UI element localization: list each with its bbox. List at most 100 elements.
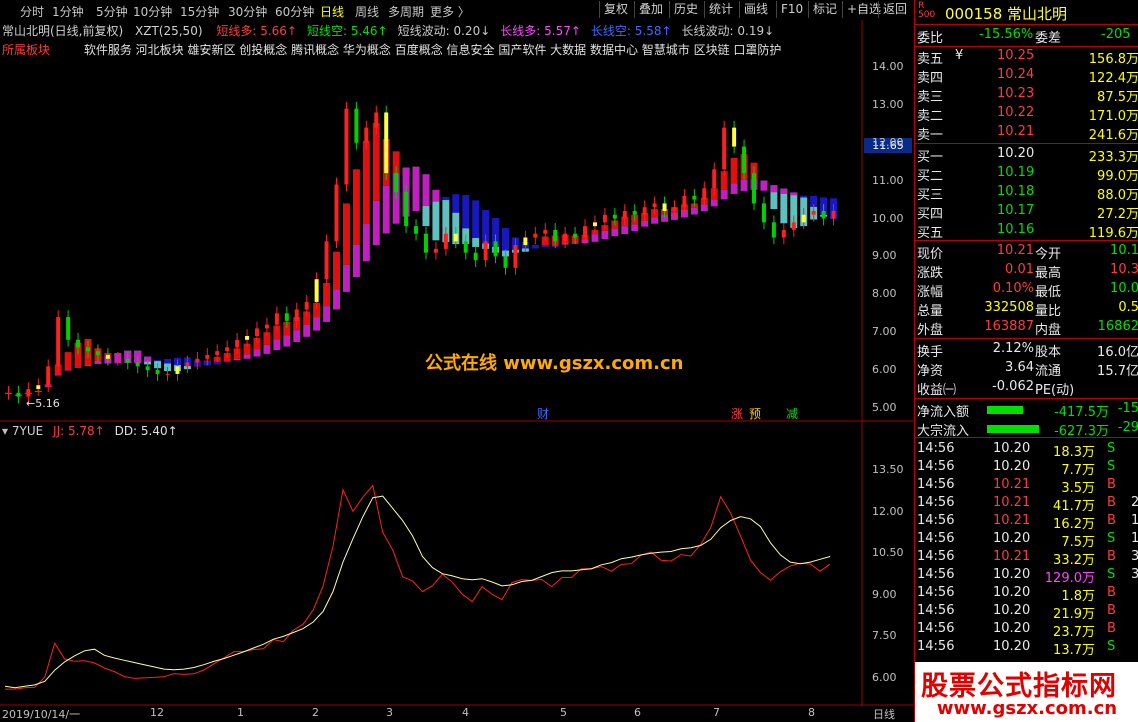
candle-body[interactable] xyxy=(821,210,826,219)
candle-body[interactable] xyxy=(334,184,339,242)
candle-body[interactable] xyxy=(483,241,488,261)
candle-body[interactable] xyxy=(622,210,627,219)
candle-body[interactable] xyxy=(384,112,389,174)
candle-body[interactable] xyxy=(662,203,667,211)
event-marker[interactable]: 涨 xyxy=(731,405,743,422)
candle-body[interactable] xyxy=(692,195,697,200)
timeframe-tab[interactable]: 分时 xyxy=(20,3,44,20)
candle-body[interactable] xyxy=(712,169,717,189)
candle-body[interactable] xyxy=(76,339,81,348)
candle-body[interactable] xyxy=(364,127,369,143)
toolbar-button[interactable]: 标记 xyxy=(808,1,841,18)
candle-body[interactable] xyxy=(245,336,250,340)
candle-body[interactable] xyxy=(443,233,448,249)
candle-body[interactable] xyxy=(225,347,230,352)
candle-body[interactable] xyxy=(354,108,359,143)
candle-body[interactable] xyxy=(533,233,538,238)
candle-body[interactable] xyxy=(771,222,776,238)
timeframe-tab[interactable]: 1分钟 xyxy=(52,3,84,20)
candle-body[interactable] xyxy=(642,207,647,215)
candle-body[interactable] xyxy=(135,362,140,367)
candle-body[interactable] xyxy=(592,222,597,227)
candle-body[interactable] xyxy=(235,339,240,348)
toolbar-button[interactable]: 叠加 xyxy=(634,1,667,18)
candle-body[interactable] xyxy=(463,241,468,253)
candle-body[interactable] xyxy=(503,256,508,268)
indicator-chart[interactable] xyxy=(0,422,914,706)
candle-body[interactable] xyxy=(205,354,210,359)
candle-body[interactable] xyxy=(145,366,150,371)
candle-body[interactable] xyxy=(155,370,160,374)
timeframe-tab[interactable]: 30分钟 xyxy=(228,3,267,20)
candle-body[interactable] xyxy=(752,173,757,204)
candle-body[interactable] xyxy=(105,354,110,359)
candle-body[interactable] xyxy=(831,210,836,219)
candle-body[interactable] xyxy=(294,309,299,321)
indicator-toggle-icon[interactable]: ▾ xyxy=(2,424,8,438)
candle-body[interactable] xyxy=(612,214,617,219)
candle-body[interactable] xyxy=(632,210,637,215)
timeframe-tab[interactable]: 10分钟 xyxy=(133,3,172,20)
candle-body[interactable] xyxy=(324,241,329,280)
toolbar-button[interactable]: F10 xyxy=(776,1,807,18)
candle-body[interactable] xyxy=(722,127,727,170)
timeframe-tab[interactable]: 15分钟 xyxy=(180,3,219,20)
candle-body[interactable] xyxy=(791,222,796,230)
candle-body[interactable] xyxy=(56,317,61,367)
candle-body[interactable] xyxy=(563,233,568,242)
toolbar-button[interactable]: 历史 xyxy=(669,1,702,18)
candle-body[interactable] xyxy=(404,192,409,227)
candle-body[interactable] xyxy=(36,385,41,390)
candle-body[interactable] xyxy=(553,229,558,242)
candle-body[interactable] xyxy=(702,188,707,200)
candle-body[interactable] xyxy=(732,127,737,147)
candle-body[interactable] xyxy=(801,214,806,223)
candle-body[interactable] xyxy=(254,328,259,337)
candle-body[interactable] xyxy=(215,351,220,355)
candle-body[interactable] xyxy=(761,203,766,223)
event-marker[interactable]: 减 xyxy=(786,405,798,422)
candle-body[interactable] xyxy=(185,362,190,367)
candle-body[interactable] xyxy=(115,358,120,360)
candle-body[interactable] xyxy=(304,301,309,310)
candle-body[interactable] xyxy=(473,252,478,261)
toolbar-button[interactable]: 复权 xyxy=(599,1,632,18)
candle-body[interactable] xyxy=(742,146,747,174)
event-marker[interactable]: 财 xyxy=(537,405,549,422)
candle-body[interactable] xyxy=(682,195,687,208)
candle-body[interactable] xyxy=(125,358,130,363)
candle-body[interactable] xyxy=(652,203,657,208)
candle-body[interactable] xyxy=(26,389,31,397)
indicator-name[interactable]: XZT(25,50) xyxy=(135,24,203,38)
candle-body[interactable] xyxy=(284,313,289,321)
timeframe-tab[interactable]: 5分钟 xyxy=(96,3,128,20)
candle-body[interactable] xyxy=(274,313,279,325)
candle-body[interactable] xyxy=(314,279,319,302)
toolbar-button[interactable]: 画线 xyxy=(739,1,772,18)
candle-body[interactable] xyxy=(66,317,71,340)
candle-body[interactable] xyxy=(344,108,349,185)
candle-body[interactable] xyxy=(165,373,170,375)
ad-banner[interactable]: 股票公式指标网 www.gszx.com.cn xyxy=(915,662,1138,722)
timeframe-tab[interactable]: 多周期 xyxy=(388,3,424,20)
candle-body[interactable] xyxy=(374,112,379,128)
toolbar-button[interactable]: 返回 xyxy=(878,1,911,18)
candle-body[interactable] xyxy=(95,351,100,355)
candle-body[interactable] xyxy=(414,226,419,234)
candle-body[interactable] xyxy=(543,229,548,234)
candle-body[interactable] xyxy=(602,214,607,223)
candle-body[interactable] xyxy=(573,233,578,238)
candle-body[interactable] xyxy=(264,324,269,329)
timeframe-tab[interactable]: 周线 xyxy=(355,3,379,20)
timeframe-tab[interactable]: 日线 xyxy=(320,3,344,20)
candle-body[interactable] xyxy=(453,233,458,242)
candle-body[interactable] xyxy=(175,366,180,374)
candle-body[interactable] xyxy=(423,233,428,253)
event-marker[interactable]: 预 xyxy=(749,405,761,422)
candle-body[interactable] xyxy=(493,241,498,257)
candle-body[interactable] xyxy=(513,245,518,268)
candle-body[interactable] xyxy=(811,210,816,215)
candle-body[interactable] xyxy=(195,358,200,363)
candle-body[interactable] xyxy=(672,207,677,211)
candle-body[interactable] xyxy=(394,173,399,193)
